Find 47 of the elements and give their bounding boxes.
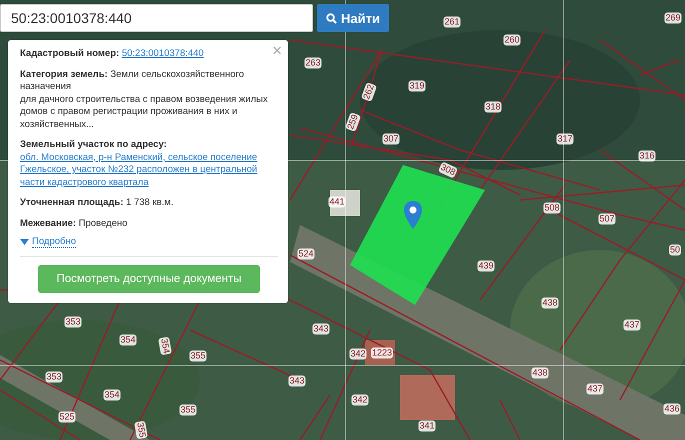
field-label: Кадастровый номер:	[20, 48, 120, 59]
parcel-number: 261	[443, 16, 461, 28]
field-text: Категория земель: Земли сельскохозяйственного назначения для дачного строительства с правом возведения жилых домов с правом регистрации проживания в них и хозяйственных...	[20, 68, 269, 131]
field-text: Уточненная площадь: 1 738 кв.м.	[20, 197, 174, 210]
parcel-number: 343	[312, 324, 330, 334]
parcel-number: 353	[64, 316, 82, 328]
details-link[interactable]: Подробно	[32, 236, 76, 248]
parcel-number: 307	[382, 134, 400, 144]
parcel-number: 524	[297, 248, 315, 260]
parcel-number: 342	[349, 348, 367, 360]
parcel-number: 355	[189, 350, 207, 362]
parcel-number: 317	[556, 134, 574, 144]
parcel-number: 438	[541, 298, 559, 308]
parcel-number: 437	[623, 320, 641, 330]
parcel-number: 1223	[370, 348, 394, 358]
documents-button[interactable]: Посмотреть доступные документы	[38, 265, 260, 293]
field-label: Земельный участок по адресу:	[20, 139, 167, 150]
parcel-number: 263	[304, 58, 322, 68]
parcel-number: 319	[408, 80, 426, 92]
parcel-number: 508	[543, 202, 561, 214]
parcel-number: 50	[669, 244, 681, 256]
parcel-number: 318	[484, 102, 502, 112]
search-icon	[326, 12, 337, 24]
parcel-number: 269	[664, 12, 682, 24]
parcel-number: 438	[531, 368, 549, 378]
parcel-number: 341	[418, 420, 436, 432]
map-pin-icon[interactable]	[403, 200, 423, 230]
parcel-number: 437	[586, 384, 604, 394]
parcel-number: 316	[638, 150, 656, 162]
parcel-number: 436	[663, 404, 681, 414]
parcel-number: 441	[328, 196, 346, 208]
search-field[interactable]: 50:23:0010378:440	[0, 4, 313, 32]
parcel-number: 260	[503, 34, 521, 46]
parcel-number: 354	[103, 390, 121, 400]
parcel-number: 343	[288, 376, 306, 386]
parcel-number: 439	[477, 260, 495, 272]
parcel-number: 342	[351, 394, 369, 406]
parcel-number: 353	[45, 372, 63, 382]
parcel-number: 525	[58, 412, 76, 422]
parcel-number: 507	[598, 214, 616, 224]
field-text: Межевание: Проведено	[20, 218, 128, 230]
close-button[interactable]: ×	[272, 42, 282, 60]
search-button[interactable]: Найти	[317, 4, 389, 32]
field-link[interactable]: обл. Московская, р-н Раменский, сельское поселение Гжельское, участок №232 расположен в центральной части кадастрового квартала	[20, 152, 278, 189]
field-link[interactable]: 50:23:0010378:440	[122, 48, 204, 59]
parcel-number: 354	[119, 334, 137, 346]
parcel-number: 355	[179, 404, 197, 416]
